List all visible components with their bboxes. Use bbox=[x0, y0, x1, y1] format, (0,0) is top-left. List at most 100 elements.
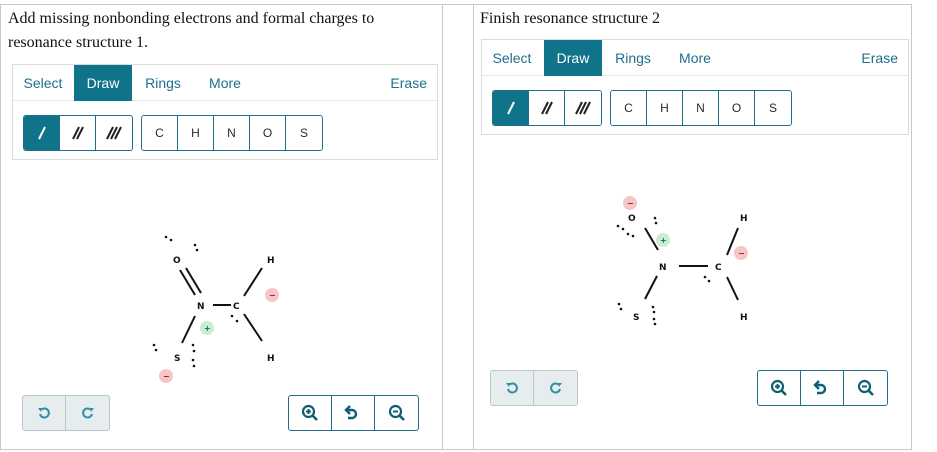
atom-button-o[interactable]: O bbox=[250, 116, 286, 150]
bond-o-n[interactable] bbox=[644, 227, 659, 251]
redo-icon bbox=[81, 407, 94, 419]
undo-icon bbox=[506, 382, 518, 394]
atom-button-n[interactable]: N bbox=[214, 116, 250, 150]
atom-n[interactable]: N bbox=[197, 302, 205, 312]
reset-zoom-button[interactable] bbox=[332, 396, 375, 430]
frame-divider-2 bbox=[473, 4, 474, 450]
plus-charge[interactable]: + bbox=[656, 233, 670, 247]
atom-button-o[interactable]: O bbox=[719, 91, 755, 125]
bond-o-n-b[interactable] bbox=[185, 267, 202, 294]
bond-n-s[interactable] bbox=[644, 275, 658, 300]
prompt-text: Add missing nonbonding electrons and for… bbox=[8, 10, 375, 51]
bond-c-h-bottom[interactable] bbox=[243, 313, 263, 342]
molecule-canvas-2[interactable]: O N C S H H − + − bbox=[600, 190, 760, 340]
zoom-in-button[interactable] bbox=[289, 396, 332, 430]
toolbar-tabs: Select Draw Rings More Erase bbox=[13, 65, 437, 101]
atom-button-s[interactable]: S bbox=[286, 116, 322, 150]
tab-more[interactable]: More bbox=[670, 40, 720, 76]
atom-button-h[interactable]: H bbox=[647, 91, 683, 125]
atom-s[interactable]: S bbox=[633, 313, 639, 323]
atom-o[interactable]: O bbox=[173, 256, 181, 266]
frame-top-line bbox=[0, 4, 912, 5]
minus-charge-oxygen[interactable]: − bbox=[623, 196, 637, 210]
triple-bond-button[interactable] bbox=[565, 91, 601, 125]
atom-button-s[interactable]: S bbox=[755, 91, 791, 125]
redo-button[interactable] bbox=[66, 396, 109, 430]
bond-tool-group bbox=[23, 115, 133, 151]
reset-zoom-icon bbox=[344, 405, 358, 420]
tab-select[interactable]: Select bbox=[482, 40, 542, 76]
atom-c[interactable]: C bbox=[233, 302, 240, 312]
zoom-controls bbox=[288, 395, 419, 431]
bond-c-h-bottom[interactable] bbox=[726, 276, 739, 301]
tool-row: C H N O S bbox=[492, 90, 792, 126]
tab-rings[interactable]: Rings bbox=[138, 65, 188, 101]
double-bond-button[interactable] bbox=[60, 116, 96, 150]
prompt-text: Finish resonance structure 2 bbox=[480, 10, 660, 27]
zoom-out-icon bbox=[388, 404, 405, 421]
frame-left-line bbox=[0, 4, 1, 450]
molecule-canvas-1[interactable]: O N C S H H + − − bbox=[120, 225, 320, 385]
double-bond-icon bbox=[71, 126, 84, 140]
plus-charge-symbol: + bbox=[660, 236, 667, 245]
minus-charge-carbon-symbol: − bbox=[738, 249, 745, 258]
minus-charge-sulfur[interactable]: − bbox=[159, 369, 173, 383]
atom-button-c[interactable]: C bbox=[611, 91, 647, 125]
reset-zoom-icon bbox=[813, 380, 827, 395]
undo-button[interactable] bbox=[23, 396, 66, 430]
single-bond-icon bbox=[37, 126, 46, 140]
atom-c[interactable]: C bbox=[715, 263, 722, 273]
plus-charge-symbol: + bbox=[204, 324, 211, 333]
single-bond-icon bbox=[506, 101, 515, 115]
atom-button-n[interactable]: N bbox=[683, 91, 719, 125]
atom-button-h[interactable]: H bbox=[178, 116, 214, 150]
atom-h-bottom[interactable]: H bbox=[267, 354, 275, 364]
minus-charge-carbon[interactable]: − bbox=[734, 246, 748, 260]
double-bond-button[interactable] bbox=[529, 91, 565, 125]
atom-s[interactable]: S bbox=[174, 354, 180, 364]
plus-charge[interactable]: + bbox=[200, 321, 214, 335]
atom-button-c[interactable]: C bbox=[142, 116, 178, 150]
triple-bond-button[interactable] bbox=[96, 116, 132, 150]
tab-more[interactable]: More bbox=[200, 65, 250, 101]
minus-charge-carbon[interactable]: − bbox=[265, 288, 279, 302]
drawing-toolbar: Select Draw Rings More Erase C H N O S bbox=[12, 64, 438, 160]
zoom-in-icon bbox=[301, 404, 318, 421]
zoom-in-button[interactable] bbox=[758, 371, 801, 405]
atom-h-top[interactable]: H bbox=[740, 214, 748, 224]
tab-draw[interactable]: Draw bbox=[544, 40, 602, 76]
single-bond-button[interactable] bbox=[24, 116, 60, 150]
single-bond-button[interactable] bbox=[493, 91, 529, 125]
atom-tool-group: C H N O S bbox=[141, 115, 323, 151]
lone-pairs bbox=[152, 235, 239, 368]
bond-o-n-a[interactable] bbox=[179, 269, 196, 296]
drawing-toolbar: Select Draw Rings More Erase C H N O S bbox=[481, 39, 909, 135]
atom-o[interactable]: O bbox=[628, 214, 636, 224]
reset-zoom-button[interactable] bbox=[801, 371, 844, 405]
history-controls bbox=[490, 370, 578, 406]
toolbar-tabs: Select Draw Rings More Erase bbox=[482, 40, 908, 76]
tab-select[interactable]: Select bbox=[13, 65, 73, 101]
minus-charge-oxygen-symbol: − bbox=[627, 199, 634, 208]
bond-c-h-top[interactable] bbox=[243, 267, 263, 297]
atom-h-bottom[interactable]: H bbox=[740, 313, 748, 323]
frame-divider-1 bbox=[442, 4, 443, 450]
atom-h-top[interactable]: H bbox=[267, 256, 275, 266]
triple-bond-icon bbox=[575, 101, 591, 115]
undo-button[interactable] bbox=[491, 371, 534, 405]
tab-draw[interactable]: Draw bbox=[74, 65, 132, 101]
tab-rings[interactable]: Rings bbox=[608, 40, 658, 76]
atom-n[interactable]: N bbox=[659, 263, 667, 273]
bond-tool-group bbox=[492, 90, 602, 126]
erase-button[interactable]: Erase bbox=[390, 65, 427, 101]
double-bond-icon bbox=[540, 101, 553, 115]
bond-n-s[interactable] bbox=[181, 315, 196, 344]
zoom-in-icon bbox=[770, 379, 787, 396]
zoom-controls bbox=[757, 370, 888, 406]
erase-button[interactable]: Erase bbox=[861, 40, 898, 76]
zoom-out-button[interactable] bbox=[844, 371, 887, 405]
atom-tool-group: C H N O S bbox=[610, 90, 792, 126]
redo-button[interactable] bbox=[534, 371, 577, 405]
triple-bond-icon bbox=[106, 126, 122, 140]
zoom-out-button[interactable] bbox=[375, 396, 418, 430]
